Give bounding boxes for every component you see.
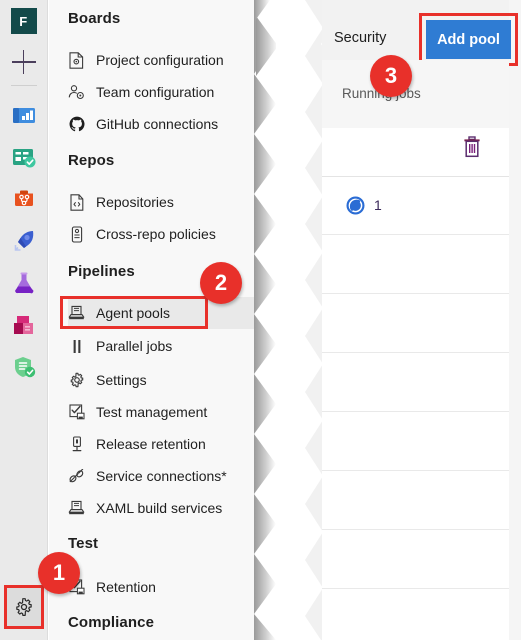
advanced-security-icon[interactable] [11, 354, 37, 380]
policy-icon [68, 225, 85, 243]
sidebar-item-label: Settings [96, 372, 147, 388]
table-row[interactable] [322, 472, 509, 530]
sidebar-item-test-management[interactable]: Test management [68, 396, 274, 428]
github-icon [68, 116, 85, 133]
sidebar-item-retention[interactable]: Retention [68, 571, 274, 603]
plus-icon[interactable] [11, 50, 36, 74]
tab-security[interactable]: Security [334, 30, 386, 46]
trash-icon[interactable] [462, 136, 482, 158]
sidebar-section-repos: Repos [68, 152, 115, 169]
table-row[interactable] [322, 295, 509, 353]
table-row[interactable] [322, 236, 509, 294]
sidebar-item-label: XAML build services [96, 500, 223, 516]
sidebar-item-label: Project configuration [96, 52, 224, 68]
overview-icon[interactable] [11, 102, 37, 128]
sidebar-item-xaml-build-services[interactable]: XAML build services [68, 492, 274, 524]
test-plans-icon[interactable] [11, 270, 37, 296]
release-retention-icon [68, 436, 85, 453]
sidebar-item-label: Retention [96, 579, 156, 595]
repos-icon[interactable] [11, 186, 37, 212]
table-row[interactable] [322, 531, 509, 589]
sidebar-item-project-configuration[interactable]: Project configuration [68, 44, 274, 76]
sidebar-item-team-configuration[interactable]: Team configuration [68, 76, 274, 108]
sidebar-item-label: Cross-repo policies [96, 226, 216, 242]
running-jobs-count: 1 [374, 197, 382, 213]
sidebar-section-boards: Boards [68, 10, 121, 27]
parallel-bars-icon [68, 338, 85, 355]
table-row[interactable] [322, 590, 509, 640]
plug-connection-icon [68, 468, 85, 485]
people-gear-icon [68, 84, 85, 101]
sidebar-item-release-retention[interactable]: Release retention [68, 428, 274, 460]
agent-server-icon [68, 305, 85, 322]
org-logo[interactable]: F [10, 8, 37, 34]
agent-pools-content-panel: Security Add pool Running jobs 1 [322, 0, 521, 640]
sidebar-item-repositories[interactable]: Repositories [68, 186, 274, 218]
project-settings-sidebar: Boards Project configuration Team config… [49, 0, 274, 640]
product-rail: F [0, 0, 48, 640]
hosted-pool-globe-icon [346, 196, 365, 215]
callout-badge-2: 2 [200, 262, 242, 304]
sidebar-item-label: Service connections* [96, 468, 227, 484]
screenshot-root: F Boards Project configuration Team conf… [0, 0, 521, 640]
sidebar-section-pipelines: Pipelines [68, 263, 135, 280]
sidebar-item-agent-pools[interactable]: Agent pools [68, 297, 274, 329]
table-row[interactable] [322, 413, 509, 471]
sidebar-item-service-connections[interactable]: Service connections* [68, 460, 274, 492]
pipelines-icon[interactable] [11, 228, 37, 254]
sidebar-item-github-connections[interactable]: GitHub connections [68, 108, 274, 140]
sidebar-item-label: Parallel jobs [96, 338, 173, 354]
artifacts-icon[interactable] [11, 312, 37, 338]
sidebar-item-cross-repo-policies[interactable]: Cross-repo policies [68, 218, 274, 250]
repository-icon [68, 193, 85, 211]
callout-badge-3: 3 [370, 55, 412, 97]
boards-icon[interactable] [11, 144, 37, 170]
document-gear-icon [68, 51, 85, 69]
sidebar-item-parallel-jobs[interactable]: Parallel jobs [68, 330, 274, 362]
sidebar-item-settings[interactable]: Settings [68, 364, 274, 396]
sidebar-section-compliance: Compliance [68, 614, 155, 631]
sidebar-item-label: Agent pools [96, 305, 170, 321]
table-row[interactable] [322, 354, 509, 412]
gear-icon [68, 372, 85, 389]
callout-badge-1: 1 [38, 552, 80, 594]
test-management-icon [68, 404, 85, 421]
add-pool-highlight-outline [419, 13, 518, 66]
sidebar-item-label: Team configuration [96, 84, 215, 100]
project-settings-gear-button[interactable] [4, 585, 44, 629]
sidebar-item-label: Test management [96, 404, 208, 420]
sidebar-item-label: Release retention [96, 436, 206, 452]
rail-divider [10, 85, 37, 86]
sidebar-item-label: Repositories [96, 194, 174, 210]
agent-server-icon [68, 500, 85, 517]
panel-right-gutter [509, 0, 521, 640]
gear-icon [16, 598, 32, 616]
sidebar-section-test: Test [68, 535, 99, 552]
sidebar-item-label: GitHub connections [96, 116, 219, 132]
